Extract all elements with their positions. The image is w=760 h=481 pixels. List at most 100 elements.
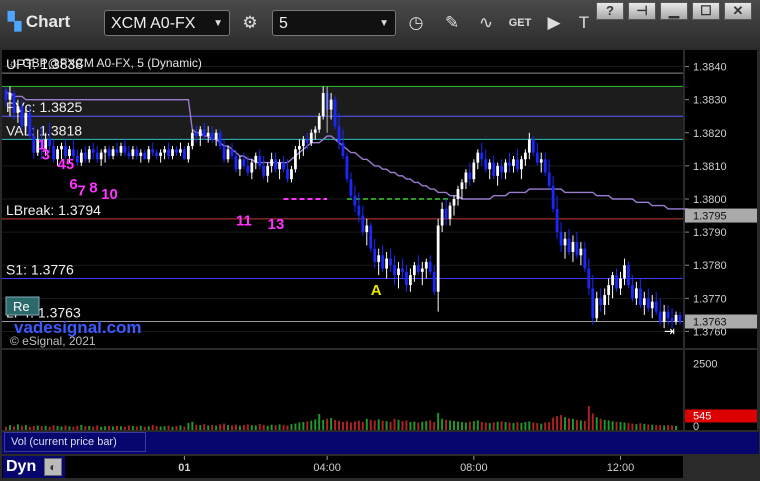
time-axis-area	[2, 456, 683, 478]
candle-body	[504, 162, 507, 173]
candle-body	[547, 172, 551, 186]
candle-body	[496, 165, 500, 176]
candle-body	[119, 146, 123, 153]
candle-body	[619, 278, 622, 289]
candle-body	[210, 132, 214, 140]
candle-body	[603, 295, 607, 305]
candle-body	[381, 255, 385, 269]
candle-body	[4, 89, 8, 100]
candle-body	[551, 185, 555, 209]
chart-annotation: 13	[268, 216, 285, 233]
candle-body	[115, 149, 119, 153]
candle-body	[294, 149, 297, 170]
candle-body	[397, 268, 400, 276]
candle-body	[87, 149, 91, 160]
candle-body	[662, 311, 666, 322]
chart-annotation: 8	[89, 179, 97, 196]
candle-body	[250, 162, 254, 173]
candle-body	[428, 261, 432, 272]
price-chart[interactable]: 1.3840 1.3830 1.3820 1.3810 1.3800 1.3790 1.37…	[0, 0, 760, 481]
time-tick-label: 04:00	[313, 462, 341, 474]
candle-body	[8, 93, 12, 100]
candle-body	[393, 265, 396, 276]
watermark-site-text: vadesignal.com	[14, 318, 142, 337]
chart-annotation: 11	[236, 212, 252, 229]
candle-body	[270, 159, 274, 166]
candle-body	[555, 208, 559, 233]
candle-body	[635, 288, 638, 299]
candle-body	[658, 311, 662, 322]
candle-body	[508, 162, 511, 166]
candle-body	[361, 215, 365, 233]
candle-body	[218, 132, 222, 147]
candle-body	[194, 132, 198, 137]
candle-body	[313, 129, 317, 133]
candle-body	[357, 205, 361, 216]
candle-body	[349, 179, 353, 196]
candle-body	[500, 165, 503, 173]
candle-body	[575, 242, 579, 256]
candle-body	[377, 255, 381, 262]
candle-body	[468, 172, 472, 180]
replay-button-label: Re	[13, 299, 30, 314]
candle-body	[480, 152, 484, 160]
candle-body	[456, 189, 460, 199]
candle-body	[492, 162, 496, 176]
candle-body	[230, 149, 234, 156]
candle-body	[246, 165, 250, 173]
candle-body	[234, 155, 238, 170]
candle-body	[365, 225, 369, 233]
candle-body	[127, 152, 131, 156]
price-tick-label: 1.3800	[693, 194, 727, 206]
candle-body	[12, 93, 16, 113]
volume-tick-label: 2500	[693, 358, 717, 370]
candle-body	[103, 149, 107, 153]
candle-body	[123, 146, 127, 153]
dynamic-mode-icon[interactable]: ◐	[44, 458, 62, 476]
candle-body	[155, 152, 159, 156]
candle-body	[226, 149, 230, 160]
candle-body	[298, 146, 301, 150]
candle-body	[571, 242, 575, 252]
candle-body	[416, 265, 420, 272]
candle-body	[179, 149, 182, 153]
chart-annotation: 7	[77, 183, 85, 200]
volume-value-badge-label: 545	[693, 410, 711, 422]
candle-body	[163, 149, 166, 153]
chart-header-text: ☼ GBP@FXCM A0-FX, 5 (Dynamic)	[8, 56, 202, 70]
candle-body	[266, 165, 270, 176]
candle-body	[591, 288, 595, 319]
candle-body	[623, 265, 626, 279]
candle-body	[175, 149, 178, 153]
candle-body	[135, 149, 139, 156]
candle-body	[369, 225, 373, 249]
candle-body	[678, 314, 682, 322]
candle-body	[258, 155, 262, 166]
candle-body	[405, 271, 408, 286]
candle-body	[329, 99, 333, 110]
candle-body	[670, 318, 674, 322]
chart-annotation: A	[371, 282, 382, 299]
candle-body	[72, 149, 75, 156]
candle-body	[68, 149, 71, 156]
candle-body	[627, 265, 630, 286]
time-tick-label: 01	[178, 462, 190, 474]
candle-body	[171, 149, 174, 156]
candle-body	[440, 208, 444, 226]
candle-body	[516, 159, 519, 170]
price-tick-label: 1.3840	[693, 62, 727, 74]
candle-body	[567, 238, 571, 252]
candle-body	[24, 112, 28, 127]
candle-body	[611, 275, 614, 286]
chart-annotation: 45	[58, 156, 75, 173]
volume-tick-label: 0	[693, 421, 699, 433]
candle-body	[389, 258, 392, 266]
candle-body	[198, 129, 202, 137]
candle-body	[527, 139, 531, 153]
candle-body	[444, 208, 448, 219]
candle-body	[385, 258, 388, 269]
candle-body	[535, 152, 539, 163]
vpoc-price-badge-label: 1.3795	[693, 211, 727, 223]
candle-body	[151, 149, 155, 153]
candle-body	[222, 146, 226, 160]
